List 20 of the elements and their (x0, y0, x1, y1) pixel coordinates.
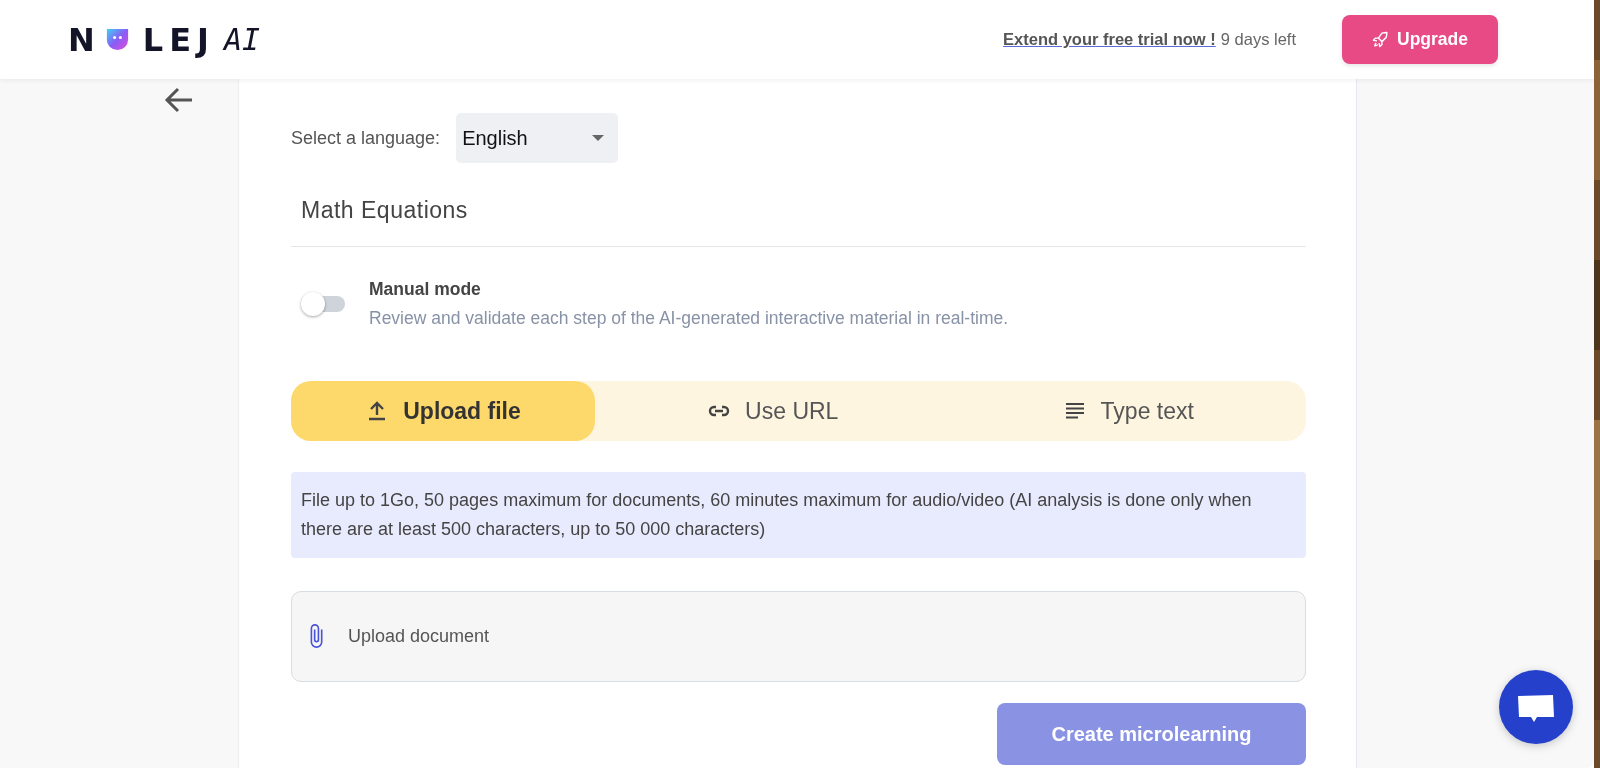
rocket-icon (1372, 31, 1389, 48)
back-arrow-icon[interactable] (164, 87, 194, 113)
source-tab[interactable]: Upload file (291, 381, 595, 441)
source-tab[interactable]: Use URL (595, 381, 951, 441)
upload-field[interactable]: Upload document (291, 591, 1306, 682)
section-title: Math Equations (291, 163, 1306, 247)
logo-suffix: AI (223, 22, 261, 57)
logo-letters: LEJ (142, 20, 215, 59)
manual-mode-label: Manual mode (369, 279, 482, 300)
days-left: 9 days left (1220, 30, 1296, 49)
source-tab[interactable]: Type text (950, 381, 1306, 441)
manual-mode-description: Review and validate each step of the AI-generated interactive material in real-time. (369, 308, 1009, 329)
chat-icon[interactable] (1498, 669, 1574, 745)
upgrade-button[interactable]: Upgrade (1342, 15, 1498, 64)
logo-letters: N (68, 20, 101, 59)
language-label: Select a language: (291, 127, 441, 149)
caret-icon (592, 135, 605, 141)
info-note: File up to 1Go, 50 pages maximum for documents, 60 minutes maximum for audio/video (AI analysis is done only when there are at least 500 characters, up to 50 000 characters) (291, 472, 1306, 558)
trial-link[interactable]: Extend your free trial now ! (1003, 30, 1216, 49)
language-select[interactable]: English (456, 113, 619, 163)
